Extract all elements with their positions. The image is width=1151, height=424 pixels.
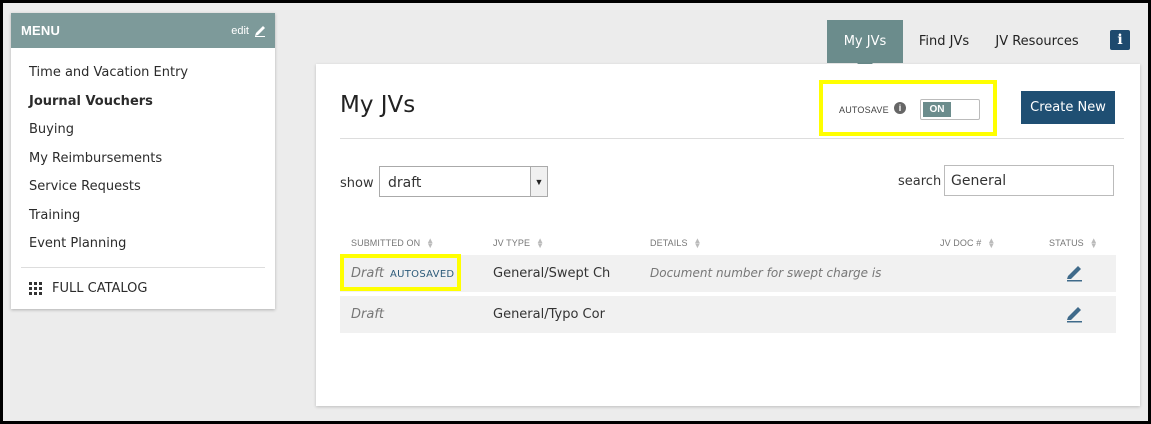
sort-icon: ▲ ▼ [1089,236,1098,250]
sort-icon: ▲ ▼ [987,236,996,250]
column-header-submitted-on[interactable]: SUBMITTED ON ▲ ▼ [351,236,435,250]
autosave-toggle-state: ON [923,102,951,117]
screenshot-frame: MENU edit Time and Vacation Entry Journa… [0,0,1151,424]
title-divider [340,138,1124,139]
edit-pencil-icon[interactable] [1065,264,1083,282]
create-new-button[interactable]: Create New [1021,91,1115,124]
sidebar-item-reimbursements[interactable]: My Reimbursements [11,149,275,178]
autosave-label: AUTOSAVE [839,105,889,115]
tab-find-jvs[interactable]: Find JVs [903,20,985,63]
sort-icon: ▲ ▼ [426,236,435,250]
sidebar-item-journal-vouchers[interactable]: Journal Vouchers [11,92,275,121]
column-header-jv-type[interactable]: JV TYPE ▲ ▼ [493,236,545,250]
sidebar-item-event-planning[interactable]: Event Planning [11,234,275,263]
jv-type-cell: General/Typo Cor [493,307,605,322]
menu-header: MENU edit [11,13,275,48]
submitted-value: Draft [351,307,384,322]
pencil-icon [255,25,265,37]
column-header-label: JV TYPE [493,238,531,248]
sidebar-item-service-requests[interactable]: Service Requests [11,177,275,206]
menu-edit-label: edit [231,24,249,37]
autosave-highlight-box: AUTOSAVE i ON [819,80,997,136]
menu-list: Time and Vacation Entry Journal Vouchers… [11,48,275,263]
table-row[interactable]: Draft General/Typo Cor [340,296,1116,333]
column-header-label: SUBMITTED ON [351,238,421,248]
sort-icon: ▲ ▼ [536,236,545,250]
sidebar-item-time-vacation[interactable]: Time and Vacation Entry [11,63,275,92]
main-panel: My JVs AUTOSAVE i ON Create New show dra… [316,64,1140,406]
edit-pencil-icon[interactable] [1065,305,1083,323]
column-header-jv-doc[interactable]: JV DOC # ▲ ▼ [940,236,996,250]
top-tabs: My JVs Find JVs JV Resources [827,20,1089,70]
jv-type-cell: General/Swept Ch [493,266,611,281]
sidebar-item-buying[interactable]: Buying [11,120,275,149]
sort-icon: ▲ ▼ [693,236,702,250]
tab-my-jvs[interactable]: My JVs [827,20,903,70]
info-icon[interactable]: i [1110,30,1130,50]
full-catalog-label: FULL CATALOG [52,280,148,296]
sidebar-menu: MENU edit Time and Vacation Entry Journa… [11,13,275,309]
tab-jv-resources[interactable]: JV Resources [985,20,1089,63]
page-title: My JVs [340,92,416,118]
autosave-info-icon[interactable]: i [894,102,906,114]
menu-title: MENU [21,23,61,38]
grid-icon [29,281,42,295]
show-label: show [340,176,374,191]
search-input[interactable] [944,165,1114,196]
details-cell: Document number for swept charge is [650,266,882,280]
chevron-down-icon: ▼ [530,167,547,196]
column-header-label: DETAILS [650,238,688,248]
autosaved-highlight-box [340,254,461,291]
column-header-label: JV DOC # [940,238,982,248]
column-header-status[interactable]: STATUS ▲ ▼ [1049,236,1098,250]
autosave-toggle[interactable]: ON [920,99,980,120]
column-header-label: STATUS [1049,238,1084,248]
show-filter-select[interactable]: draft ▼ [379,166,548,197]
menu-edit-button[interactable]: edit [231,25,266,37]
full-catalog-link[interactable]: FULL CATALOG [11,268,275,296]
column-header-details[interactable]: DETAILS ▲ ▼ [650,236,702,250]
sidebar-item-training[interactable]: Training [11,206,275,235]
search-label: search [898,174,942,189]
show-filter-value: draft [388,175,422,191]
